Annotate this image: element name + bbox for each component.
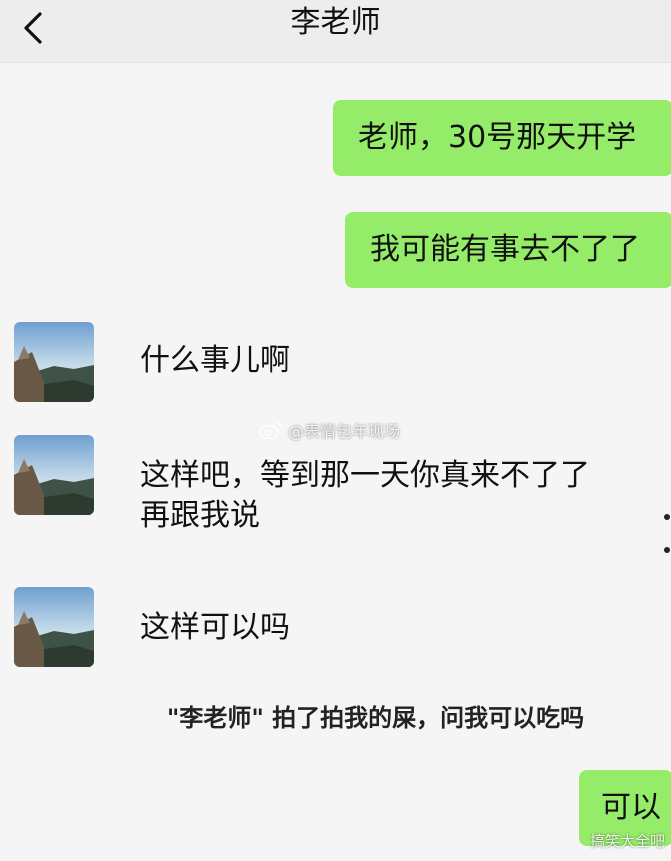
message-text: 可以	[601, 790, 661, 825]
message-text: 什么事儿啊	[140, 343, 290, 378]
message-bubble-sent[interactable]: 我可能有事去不了了	[345, 212, 671, 288]
bottom-watermark: 搞笑大全吧	[590, 832, 666, 850]
weibo-icon	[259, 422, 283, 440]
watermark-text: @表情包年现场	[288, 422, 401, 441]
weibo-watermark: @表情包年现场	[258, 418, 400, 442]
avatar[interactable]	[14, 322, 94, 402]
avatar[interactable]	[14, 435, 94, 515]
chat-screen: 李老师 老师，30号那天开学 我可能有事去不了了 什么事儿啊 @表情包年现场 这…	[0, 0, 671, 861]
edge-mark	[664, 547, 670, 553]
chat-title: 李老师	[290, 5, 381, 40]
edge-mark	[664, 514, 670, 520]
avatar-landscape-image	[14, 587, 94, 667]
avatar-landscape-image	[14, 322, 94, 402]
avatar-landscape-image	[14, 435, 94, 515]
message-received[interactable]: 这样可以吗	[140, 608, 290, 648]
message-text: 这样可以吗	[140, 610, 290, 645]
pat-system-message: "李老师" 拍了拍我的屎，问我可以吃吗	[166, 704, 585, 732]
message-bubble-sent[interactable]: 老师，30号那天开学	[333, 100, 671, 176]
message-text: 老师，30号那天开学	[358, 120, 637, 155]
message-received[interactable]: 这样吧，等到那一天你真来不了了 再跟我说	[140, 456, 590, 536]
chat-header: 李老师	[0, 0, 671, 63]
message-text: 我可能有事去不了了	[370, 232, 640, 267]
message-text-line: 再跟我说	[140, 498, 260, 533]
message-received[interactable]: 什么事儿啊	[140, 341, 290, 381]
avatar[interactable]	[14, 587, 94, 667]
message-text-line: 这样吧，等到那一天你真来不了了	[140, 458, 590, 493]
